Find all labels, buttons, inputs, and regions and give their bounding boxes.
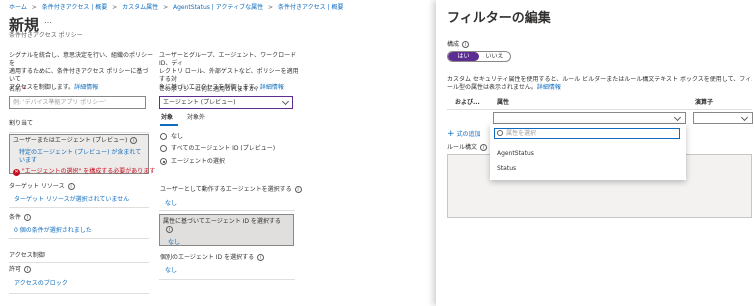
- users-label: ユーザーまたはエージェント (プレビュー): [13, 137, 128, 144]
- info-icon: i: [130, 137, 138, 144]
- info-icon: i: [24, 214, 32, 221]
- breadcrumb-separator: >: [112, 4, 118, 11]
- mid-learn-more-link[interactable]: 詳細情報: [260, 84, 284, 91]
- learn-more-link[interactable]: 詳細情報: [74, 84, 98, 91]
- breadcrumb-ca-overview[interactable]: 条件付きアクセス | 概要: [42, 4, 108, 11]
- radio-circle: [160, 145, 167, 152]
- targets-label: ターゲット リソース i: [9, 183, 75, 191]
- col-operator: 演算子: [695, 99, 714, 106]
- toggle-yes[interactable]: はい: [448, 52, 479, 61]
- info-icon: i: [67, 183, 75, 190]
- access-controls-header: アクセス制御: [9, 252, 45, 259]
- rule-syntax-label: ルール構文 i: [447, 144, 488, 152]
- info-icon: i: [480, 144, 488, 151]
- attribute-search-input[interactable]: 属性を選択: [494, 128, 680, 139]
- info-icon: i: [462, 41, 470, 48]
- grant-label: 許可 i: [9, 266, 32, 274]
- search-icon: [497, 130, 503, 136]
- intro-text: シグナルを統合し、意思決定を行い、組織のポリシーを 適用するために、条件付きアク…: [9, 52, 154, 91]
- filter-desc: カスタム セキュリティ属性を使用すると、ルール ビルダーまたはルール構文テキスト…: [447, 76, 752, 91]
- breadcrumb-agentstatus[interactable]: AgentStatus | アクティブな属性: [173, 4, 263, 11]
- attribute-select[interactable]: [493, 112, 686, 124]
- info-icon: i: [294, 186, 302, 193]
- breadcrumb-ca-overview-2[interactable]: 条件付きアクセス | 概要: [278, 4, 344, 11]
- sec2-label: 属性に基づいてエージェント ID を選択する: [163, 218, 281, 225]
- filter-learn-more-link[interactable]: 詳細情報: [537, 84, 561, 91]
- attribute-dropdown-popup: 属性を選択 AgentStatus Status: [490, 124, 686, 180]
- name-label: 名前 *: [9, 86, 26, 93]
- applies-question: このポリシーは何に適用されますか?: [159, 86, 259, 93]
- col-attribute: 属性: [497, 99, 510, 106]
- error-icon: ✕: [13, 169, 20, 176]
- config-label: 構成 i: [447, 41, 470, 49]
- sec2-box[interactable]: 属性に基づいてエージェント ID を選択するi なし: [159, 214, 294, 246]
- sec2-value: なし: [168, 239, 181, 246]
- name-input[interactable]: 例: 'デバイス準拠アプリ ポリシー': [9, 96, 146, 109]
- targets-value[interactable]: ターゲット リソースが選択されていません: [14, 196, 129, 204]
- option-status[interactable]: Status: [497, 165, 516, 173]
- radio-all-agents[interactable]: すべてのエージェント ID (プレビュー): [160, 145, 275, 153]
- more-button[interactable]: …: [44, 16, 52, 26]
- conditions-label: 条件 i: [9, 214, 32, 222]
- filter-title: フィルターの編集: [447, 11, 551, 26]
- tab-include[interactable]: 対象: [161, 114, 173, 122]
- info-icon: i: [166, 226, 173, 233]
- radio-none[interactable]: なし: [160, 133, 183, 141]
- page-subtitle: 条件付きアクセス ポリシー: [9, 32, 83, 39]
- breadcrumb: ホーム > 条件付きアクセス | 概要 > カスタム属性 > AgentStat…: [9, 4, 344, 12]
- sec1-value[interactable]: なし: [165, 200, 177, 208]
- col-and: および...: [455, 99, 480, 106]
- chevron-down-icon: [673, 113, 682, 122]
- tab-exclude[interactable]: 対象外: [187, 114, 205, 122]
- users-error: "エージェントの選択" を構成する必要があります: [21, 168, 156, 175]
- sec1-label: ユーザーとして動作するエージェントを選択する i: [160, 186, 302, 194]
- users-section[interactable]: ユーザーまたはエージェント (プレビュー) i 特定のエージェント (プレビュー)…: [9, 134, 155, 176]
- breadcrumb-separator: >: [31, 4, 37, 11]
- filter-panel: フィルターの編集 構成 i はい いいえ カスタム セキュリティ属性を使用すると、…: [436, 0, 754, 306]
- breadcrumb-separator: >: [163, 4, 169, 11]
- config-toggle[interactable]: はい いいえ: [447, 51, 511, 62]
- info-icon: i: [24, 266, 32, 273]
- add-expression-button[interactable]: + 式の追加: [447, 130, 480, 139]
- users-sub: 特定のエージェント (プレビュー) が含まれています: [19, 149, 142, 164]
- breadcrumb-home[interactable]: ホーム: [9, 4, 27, 11]
- breadcrumb-custom-attrs[interactable]: カスタム属性: [122, 4, 158, 11]
- radio-circle: [160, 133, 167, 140]
- radio-circle-selected: [160, 158, 167, 165]
- chevron-down-icon: [281, 97, 290, 106]
- sec3-label: 個別のエージェント ID を選択する i: [160, 254, 265, 262]
- option-agentstatus[interactable]: AgentStatus: [497, 150, 534, 158]
- info-icon: i: [257, 254, 265, 261]
- grant-value[interactable]: アクセスのブロック: [14, 280, 68, 288]
- toggle-no[interactable]: いいえ: [479, 52, 510, 61]
- chevron-down-icon: [740, 113, 749, 122]
- operator-select[interactable]: [693, 112, 753, 124]
- plus-icon: +: [447, 129, 455, 139]
- radio-select-agents[interactable]: エージェントの選択: [160, 158, 225, 166]
- assignments-header: 割り当て: [9, 120, 34, 127]
- applies-dropdown[interactable]: エージェント (プレビュー): [159, 96, 293, 109]
- breadcrumb-separator: >: [268, 4, 274, 11]
- conditions-value[interactable]: 0 個の条件が選択されました: [14, 227, 92, 235]
- sec3-value[interactable]: なし: [165, 267, 177, 275]
